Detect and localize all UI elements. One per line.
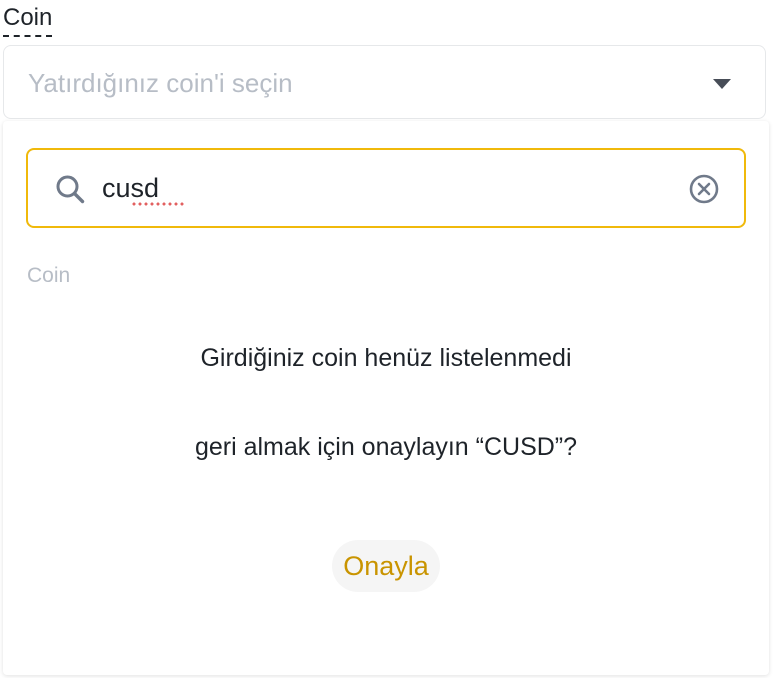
confirm-button[interactable]: Onayla bbox=[332, 540, 440, 592]
search-icon bbox=[56, 175, 85, 204]
confirm-prompt-message: geri almak için onaylayın “CUSD”? bbox=[194, 433, 578, 461]
coin-search-box[interactable] bbox=[26, 148, 746, 228]
spellcheck-underline bbox=[131, 202, 185, 206]
results-section-label: Coin bbox=[27, 264, 71, 287]
caret-down-icon[interactable] bbox=[713, 79, 731, 89]
not-listed-message: Girdiğiniz coin henüz listelenmedi bbox=[200, 344, 572, 372]
coin-select[interactable]: Yatırdığınız coin'i seçin bbox=[3, 45, 766, 119]
clear-icon[interactable] bbox=[688, 173, 720, 205]
coin-search-input[interactable] bbox=[102, 168, 662, 208]
coin-dropdown-panel: Coin Girdiğiniz coin henüz listelenmedi … bbox=[3, 121, 769, 675]
coin-field-label: Coin bbox=[3, 3, 53, 37]
coin-select-placeholder: Yatırdığınız coin'i seçin bbox=[28, 68, 293, 98]
